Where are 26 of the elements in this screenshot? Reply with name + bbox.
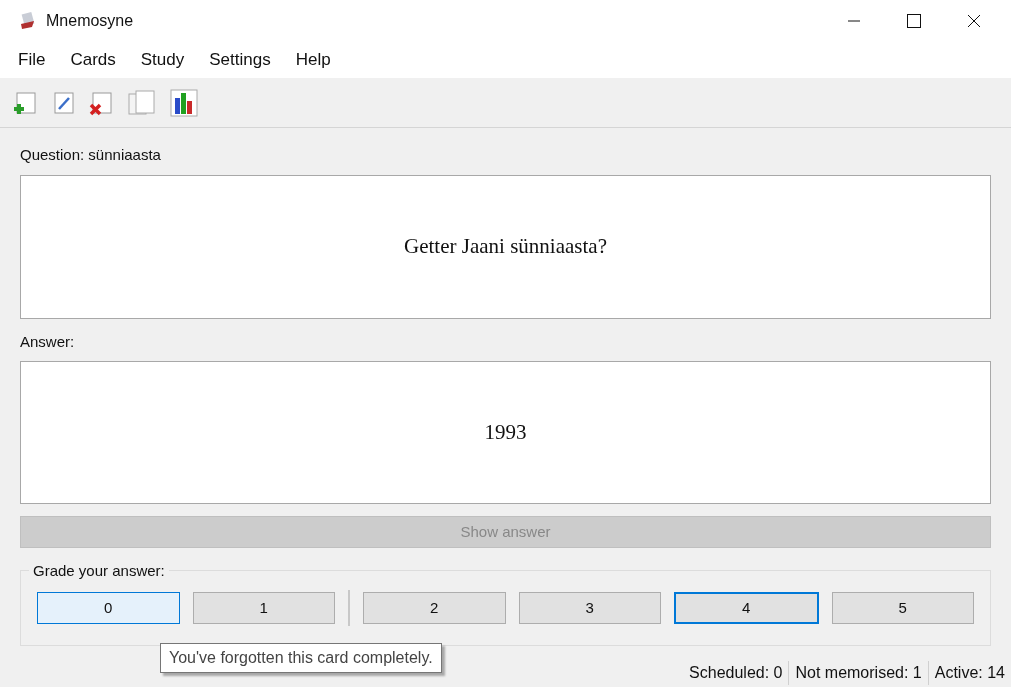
status-text: Scheduled: 0 (688, 663, 784, 683)
delete-card-icon[interactable] (88, 89, 114, 116)
grade-button[interactable]: 2 (363, 592, 506, 624)
grade-button[interactable]: 3 (518, 592, 661, 624)
tooltip: You've forgotten this card completely. (160, 643, 442, 673)
add-card-icon[interactable] (12, 89, 38, 116)
status-text: Active: 14 (927, 661, 1011, 685)
answer-label: Answer: (20, 331, 76, 352)
menu-item[interactable]: Cards (70, 47, 116, 73)
grade-button[interactable]: 5 (831, 592, 974, 624)
grade-button[interactable]: 4 (674, 592, 819, 624)
menu-item[interactable]: Settings (209, 47, 271, 73)
close-icon[interactable] (967, 14, 981, 28)
status-text: Not memorised: 1 (788, 661, 928, 685)
bar-chart-icon[interactable] (170, 88, 198, 117)
answer-text: 1993 (484, 418, 527, 446)
grade-button[interactable]: 0 (37, 592, 180, 624)
question-text: Getter Jaani sünniaasta? (404, 232, 607, 260)
window-title: Mnemosyne (46, 11, 134, 31)
menu-item[interactable]: File (18, 47, 46, 73)
grade-button[interactable]: 1 (192, 592, 335, 624)
maximize-icon[interactable] (907, 14, 921, 28)
separator (348, 590, 350, 626)
menu-item[interactable]: Help (295, 47, 331, 73)
menu-item[interactable]: Study (140, 47, 185, 73)
question-label: Question: sünniaasta (20, 145, 162, 165)
